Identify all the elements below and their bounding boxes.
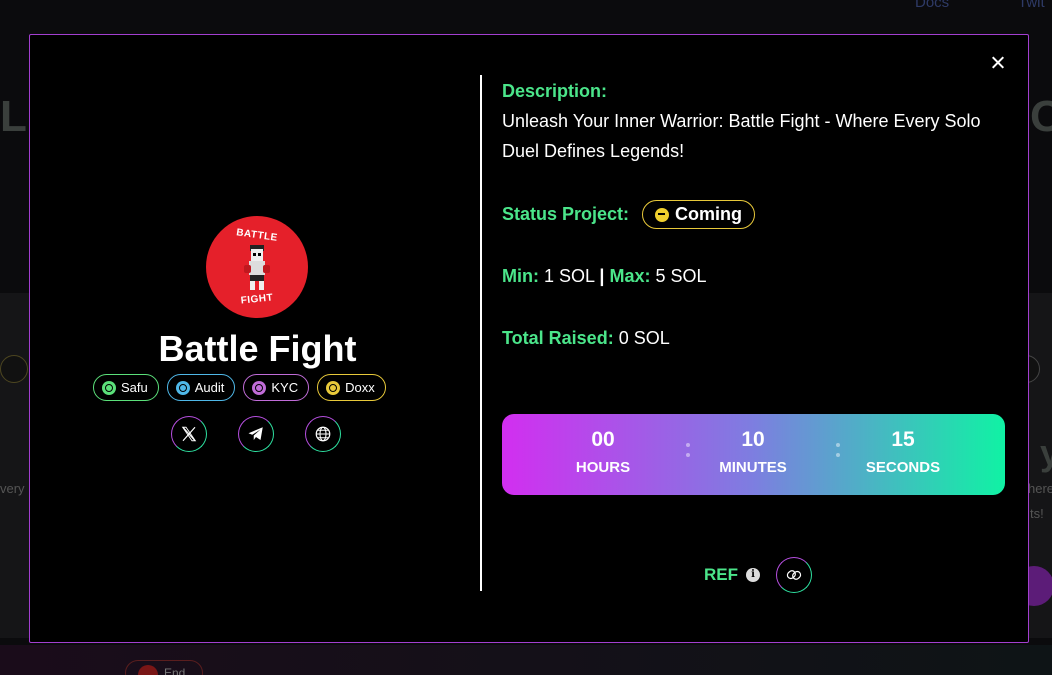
seconds-label: SECONDS [865,459,941,476]
column-divider [480,75,482,591]
countdown-timer: 00 HOURS 10 MINUTES 15 SECONDS [502,414,1005,495]
telegram-icon [248,427,263,440]
limits-separator: | [599,266,605,286]
doxx-icon [326,380,341,395]
bg-heading-fragment-2: y [1040,432,1052,473]
project-detail-modal: BATTLE FIGHT Battle Fight Safu Audit KYC… [29,34,1029,643]
seconds-value: 15 [891,428,915,451]
bg-badge-left [0,355,28,383]
bg-nav-twitter[interactable]: Twit [1018,0,1045,11]
description-text: Unleash Your Inner Warrior: Battle Fight… [502,111,981,161]
referral-row: REF i [704,557,812,593]
bg-text-right-1: here [1028,481,1052,496]
globe-icon [315,426,331,442]
status-badge: Coming [642,200,755,229]
bg-text-right-2: ts! [1030,506,1044,521]
copy-ref-link-button[interactable] [776,557,812,593]
raised-value: 0 SOL [618,328,670,348]
description-label: Description: [502,81,608,101]
bg-end-label: End [164,666,186,675]
min-label: Min: [502,266,539,286]
ref-label: REF [704,565,738,584]
contribution-limits: Min: 1 SOL | Max: 5 SOL [502,266,707,287]
countdown-seconds: 15 SECONDS [843,428,963,476]
audit-icon [175,380,190,395]
hours-label: HOURS [575,459,631,476]
x-icon [181,426,197,442]
total-raised: Total Raised: 0 SOL [502,328,670,349]
audit-badge[interactable]: Audit [166,374,236,401]
audit-label: Audit [194,380,225,395]
status-value: Coming [675,204,742,224]
bg-heading-fragment: L [0,92,27,141]
kyc-label: KYC [271,380,299,395]
status-label: Status Project: [502,204,630,224]
kyc-icon [252,380,267,395]
link-icon [786,570,802,580]
telegram-button[interactable] [238,416,274,452]
countdown-minutes: 10 MINUTES [693,428,813,476]
project-logo: BATTLE FIGHT [206,216,308,318]
max-label: Max: [609,266,651,286]
arrow-right-circle-icon [655,207,669,222]
min-value: 1 SOL [544,266,595,286]
doxx-badge[interactable]: Doxx [317,374,386,401]
trust-badges: Safu Audit KYC Doxx [93,374,386,401]
safu-badge[interactable]: Safu [93,374,159,401]
website-button[interactable] [305,416,341,452]
countdown-separator [686,443,690,459]
countdown-hours: 00 HOURS [543,428,663,476]
x-twitter-button[interactable] [171,416,207,452]
safu-label: Safu [121,380,148,395]
info-icon[interactable]: i [746,568,760,582]
project-details: Description: Unleash Your Inner Warrior:… [502,35,1012,644]
minutes-value: 10 [741,428,765,451]
bg-heading-fragment-right: O [1030,92,1052,141]
doxx-label: Doxx [345,380,375,395]
countdown-separator [836,443,840,459]
bg-text-left: very [0,481,25,496]
raised-label: Total Raised: [502,328,614,348]
kyc-badge[interactable]: KYC [243,374,310,401]
max-value: 5 SOL [655,266,707,286]
hours-value: 00 [591,428,615,451]
bg-nav-docs[interactable]: Docs [915,0,949,11]
end-status-icon [138,665,158,675]
bg-end-badge: End [125,660,203,675]
social-links [171,416,341,452]
project-title: Battle Fight [158,328,357,369]
minutes-label: MINUTES [719,459,787,476]
fighter-icon [244,245,270,290]
safu-icon [102,380,116,395]
project-summary: BATTLE FIGHT Battle Fight Safu Audit KYC… [30,35,480,644]
